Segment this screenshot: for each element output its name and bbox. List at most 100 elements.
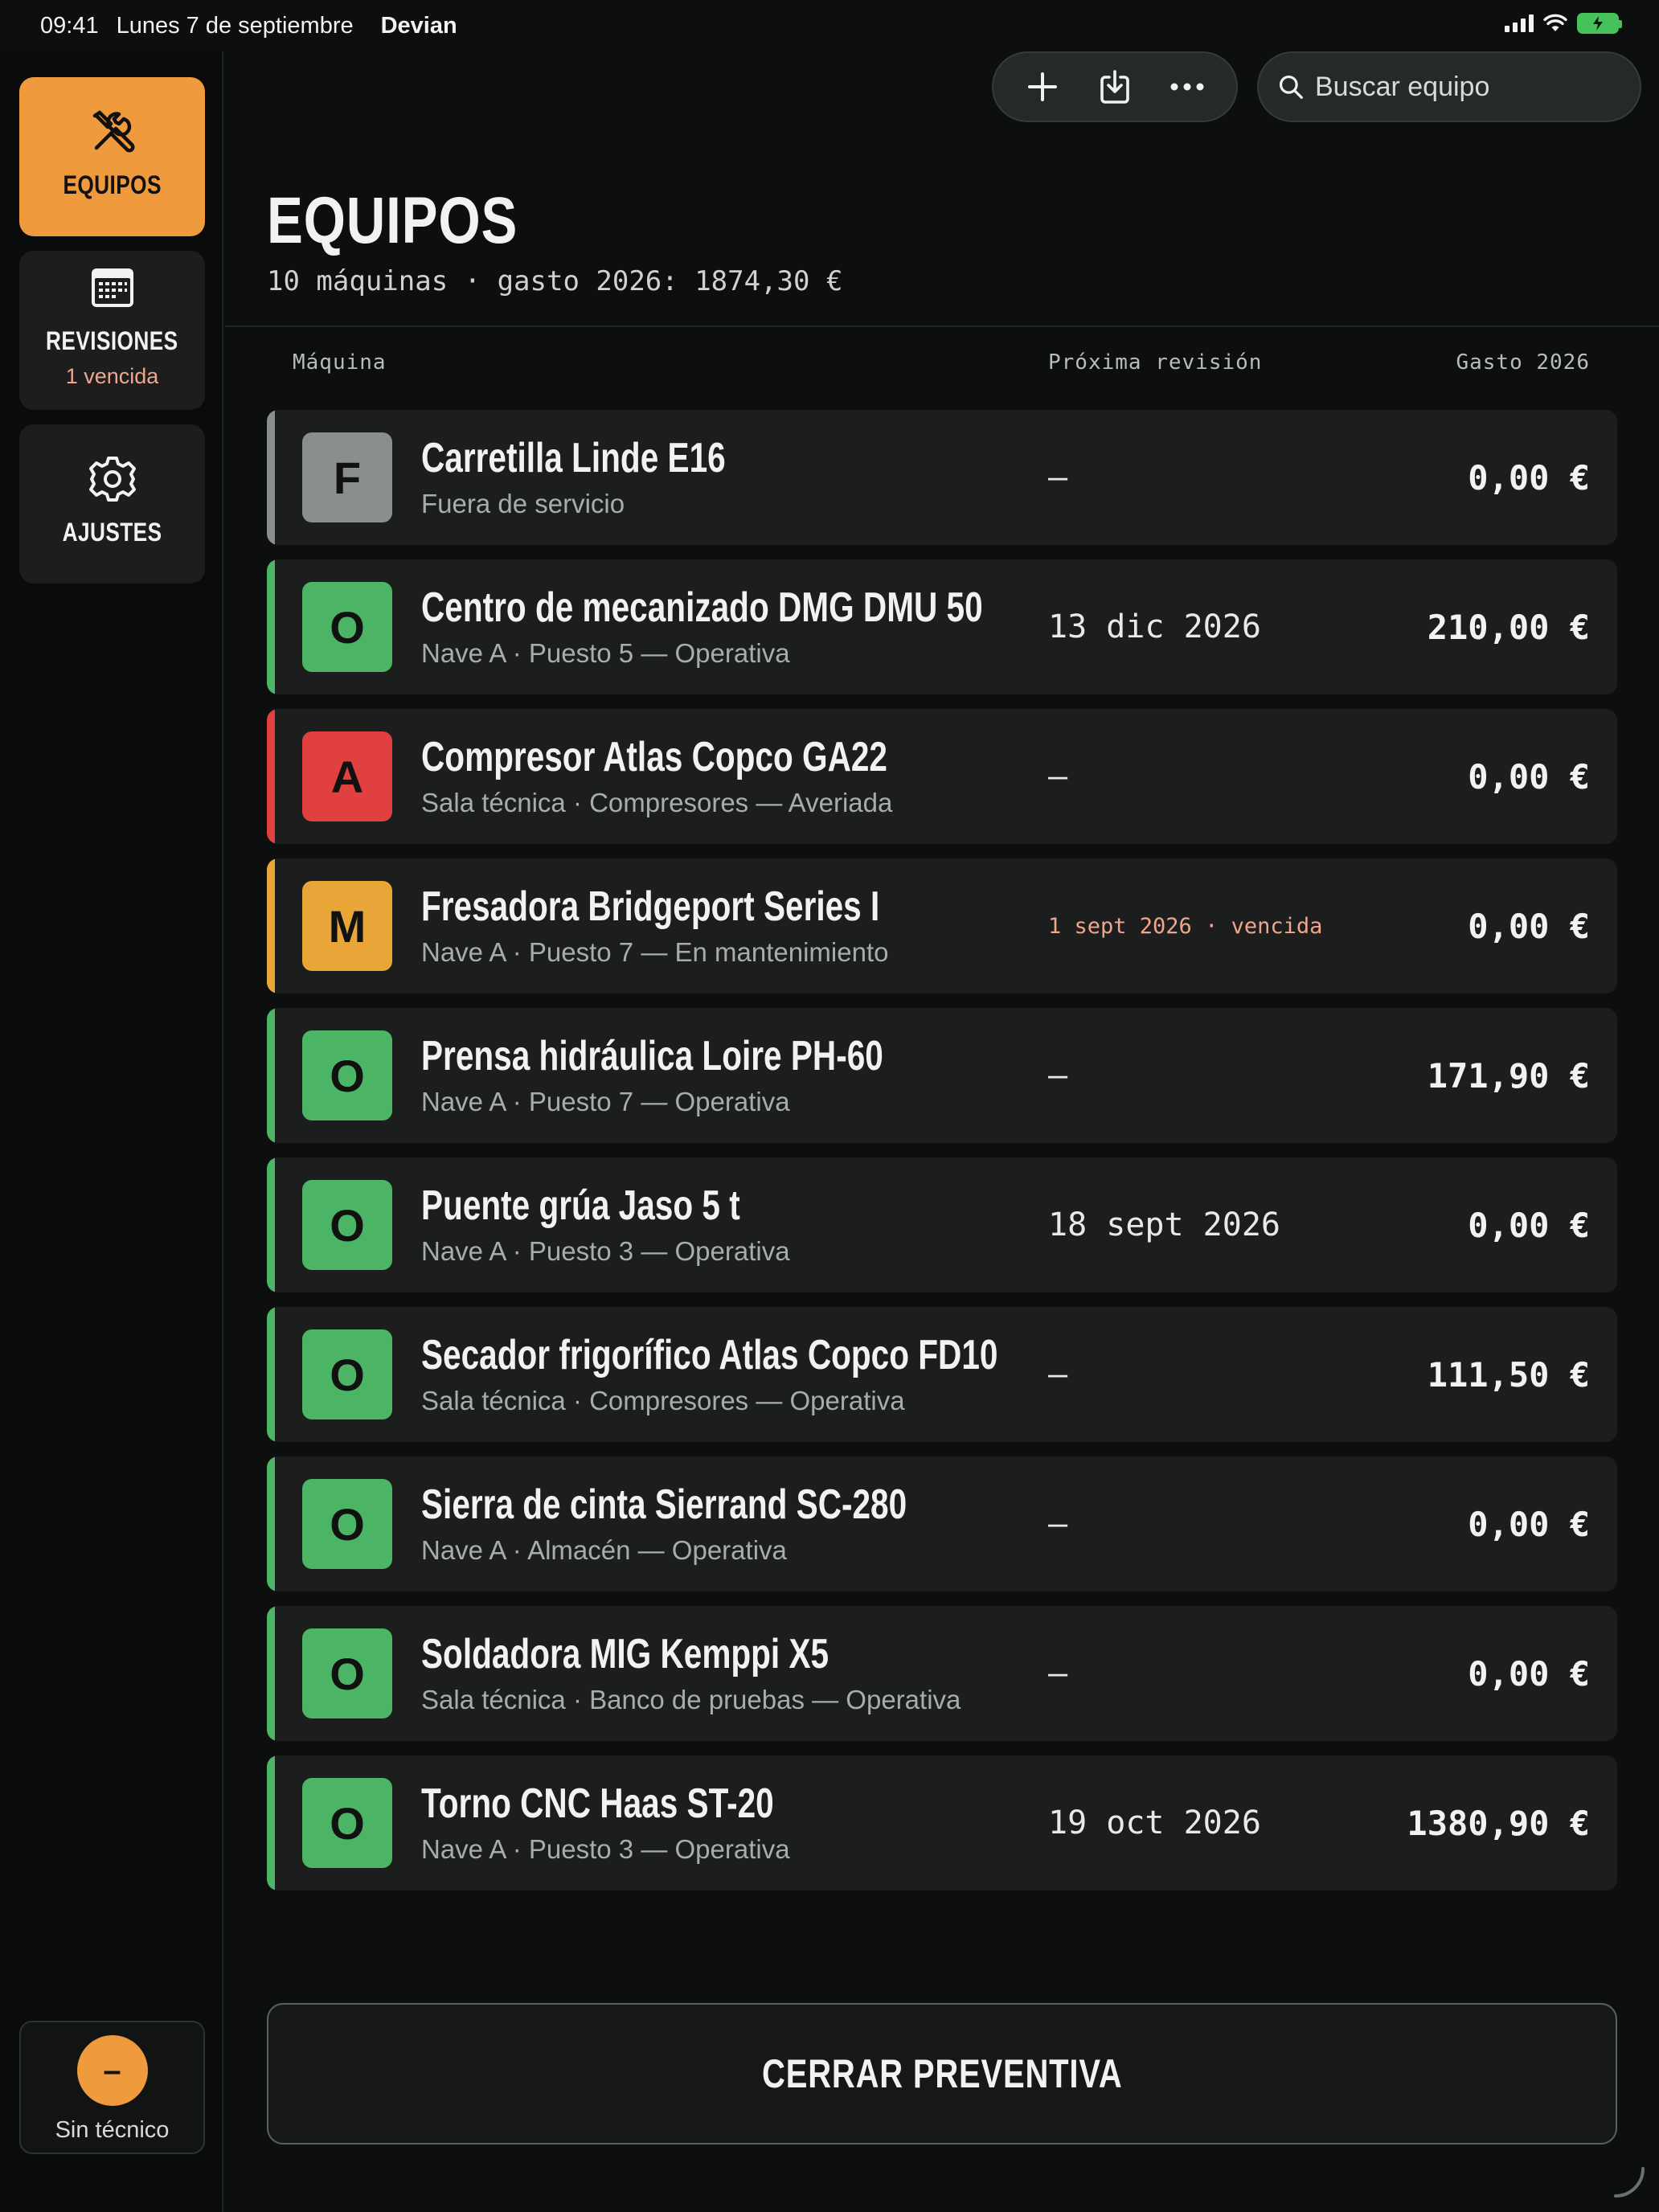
status-time: 09:41: [40, 12, 99, 39]
machine-row[interactable]: O Centro de mecanizado DMG DMU 50 Nave A ·…: [267, 559, 1617, 694]
page-title: EQUIPOS: [267, 184, 518, 257]
header-divider: [225, 326, 1659, 327]
machine-name: Torno CNC Haas ST-20: [421, 1780, 774, 1827]
status-bar: 09:41 Lunes 7 de septiembre Devian: [0, 0, 1659, 51]
machine-name: Compresor Atlas Copco GA22: [421, 734, 887, 780]
machine-location: Nave A · Puesto 7 — Operativa: [421, 1087, 790, 1116]
calendar-icon: [91, 268, 133, 307]
machine-name: Carretilla Linde E16: [421, 435, 726, 481]
next-review-date: 13 dic 2026: [1048, 608, 1261, 645]
next-review-date: –: [1048, 1356, 1068, 1393]
overdue-count-badge: 1 vencida: [65, 364, 159, 388]
machine-name: Fresadora Bridgeport Series I: [421, 883, 880, 930]
machine-row[interactable]: F Carretilla Linde E16 Fuera de servicio – 0…: [267, 410, 1617, 545]
machine-row[interactable]: A Compresor Atlas Copco GA22 Sala técnica …: [267, 709, 1617, 844]
machine-cost: 1380,90 €: [1407, 1803, 1590, 1843]
status-stripe: [267, 1456, 275, 1591]
machine-name: Sierra de cinta Sierrand SC-280: [421, 1481, 907, 1528]
sidebar-item-revisiones[interactable]: REVISIONES 1 vencida: [19, 251, 205, 410]
resize-grabber-icon[interactable]: [1611, 2164, 1646, 2199]
more-button[interactable]: [1155, 59, 1219, 115]
page-subtitle: 10 máquinas · gasto 2026: 1874,30 €: [267, 265, 843, 297]
machine-location: Nave A · Puesto 7 — En mantenimiento: [421, 937, 889, 967]
status-badge: O: [302, 1329, 392, 1419]
more-dots-icon: [1170, 83, 1204, 91]
status-stripe: [267, 1755, 275, 1890]
machine-location: Nave A · Almacén — Operativa: [421, 1535, 787, 1565]
cellular-signal-icon: [1505, 14, 1534, 32]
technician-selector[interactable]: – Sin técnico: [19, 2021, 205, 2154]
status-stripe: [267, 858, 275, 993]
machine-row[interactable]: O Soldadora MIG Kemppi X5 Sala técnica · B…: [267, 1606, 1617, 1741]
machine-location: Sala técnica · Compresores — Operativa: [421, 1386, 905, 1415]
import-button[interactable]: [1083, 59, 1147, 115]
next-review-date: 18 sept 2026: [1048, 1206, 1280, 1243]
status-badge: O: [302, 1030, 392, 1120]
machine-cost: 0,00 €: [1468, 1504, 1590, 1544]
next-review-date: 1 sept 2026 · vencida: [1048, 913, 1323, 939]
sidebar-item-label: REVISIONES: [46, 326, 178, 355]
status-stripe: [267, 1307, 275, 1442]
next-review-date: 19 oct 2026: [1048, 1804, 1261, 1841]
sidebar: EQUIPOS REVISIONES 1 vencida AJUSTES – S…: [0, 51, 223, 2212]
status-stripe: [267, 559, 275, 694]
machine-cost: 210,00 €: [1427, 607, 1590, 647]
machine-cost: 0,00 €: [1468, 457, 1590, 498]
status-app-name: Devian: [380, 12, 457, 39]
machine-row[interactable]: O Secador frigorífico Atlas Copco FD10 Sal…: [267, 1307, 1617, 1442]
search-input[interactable]: [1315, 71, 1620, 103]
close-preventive-button[interactable]: CERRAR PREVENTIVA: [267, 2003, 1617, 2144]
next-review-date: –: [1048, 1505, 1068, 1542]
tools-icon: [92, 110, 134, 153]
next-review-date: –: [1048, 459, 1068, 496]
machine-name: Centro de mecanizado DMG DMU 50: [421, 584, 983, 631]
status-badge: M: [302, 881, 392, 971]
status-icons: [1505, 13, 1622, 34]
machine-row[interactable]: O Torno CNC Haas ST-20 Nave A · Puesto 3 —…: [267, 1755, 1617, 1890]
search-icon: [1279, 75, 1303, 99]
status-badge: O: [302, 1628, 392, 1718]
next-review-date: –: [1048, 1655, 1068, 1692]
status-badge: A: [302, 731, 392, 821]
machine-location: Fuera de servicio: [421, 489, 625, 518]
sidebar-item-ajustes[interactable]: AJUSTES: [19, 424, 205, 584]
machine-name: Prensa hidráulica Loire PH-60: [421, 1033, 883, 1079]
add-button[interactable]: [1010, 59, 1075, 115]
sidebar-item-label: EQUIPOS: [63, 170, 162, 199]
machine-row[interactable]: O Puente grúa Jaso 5 t Nave A · Puesto 3 —…: [267, 1157, 1617, 1292]
status-badge: F: [302, 432, 392, 522]
next-review-date: –: [1048, 1057, 1068, 1094]
machine-row[interactable]: M Fresadora Bridgeport Series I Nave A · P…: [267, 858, 1617, 993]
machine-cost: 0,00 €: [1468, 1205, 1590, 1245]
machine-cost: 0,00 €: [1468, 756, 1590, 797]
machine-location: Nave A · Puesto 3 — Operativa: [421, 1834, 790, 1864]
toolbar: [992, 51, 1238, 122]
machine-location: Nave A · Puesto 3 — Operativa: [421, 1236, 790, 1266]
status-badge: O: [302, 1180, 392, 1270]
status-stripe: [267, 709, 275, 844]
column-header-machine: Máquina: [293, 350, 387, 375]
machine-name: Secador frigorífico Atlas Copco FD10: [421, 1332, 998, 1378]
column-header-cost: Gasto 2026: [1456, 350, 1590, 375]
status-badge: O: [302, 1778, 392, 1868]
search-bar: [1257, 51, 1641, 122]
download-tray-icon: [1100, 70, 1129, 104]
machine-location: Nave A · Puesto 5 — Operativa: [421, 638, 790, 668]
status-badge: O: [302, 582, 392, 672]
plus-icon: [1028, 72, 1057, 101]
status-badge: O: [302, 1479, 392, 1569]
machine-row[interactable]: O Prensa hidráulica Loire PH-60 Nave A · P…: [267, 1008, 1617, 1143]
machine-cost: 0,00 €: [1468, 1653, 1590, 1694]
sidebar-item-equipos[interactable]: EQUIPOS: [19, 77, 205, 236]
next-review-date: –: [1048, 758, 1068, 795]
machine-name: Soldadora MIG Kemppi X5: [421, 1631, 830, 1677]
machine-cost: 171,90 €: [1427, 1055, 1590, 1096]
machine-cost: 111,50 €: [1427, 1354, 1590, 1395]
status-stripe: [267, 1008, 275, 1143]
status-stripe: [267, 1157, 275, 1292]
technician-avatar: –: [76, 2035, 148, 2106]
machine-name: Puente grúa Jaso 5 t: [421, 1182, 740, 1229]
machine-location: Sala técnica · Compresores — Averiada: [421, 788, 893, 817]
machine-cost: 0,00 €: [1468, 906, 1590, 946]
machine-row[interactable]: O Sierra de cinta Sierrand SC-280 Nave A ·…: [267, 1456, 1617, 1591]
